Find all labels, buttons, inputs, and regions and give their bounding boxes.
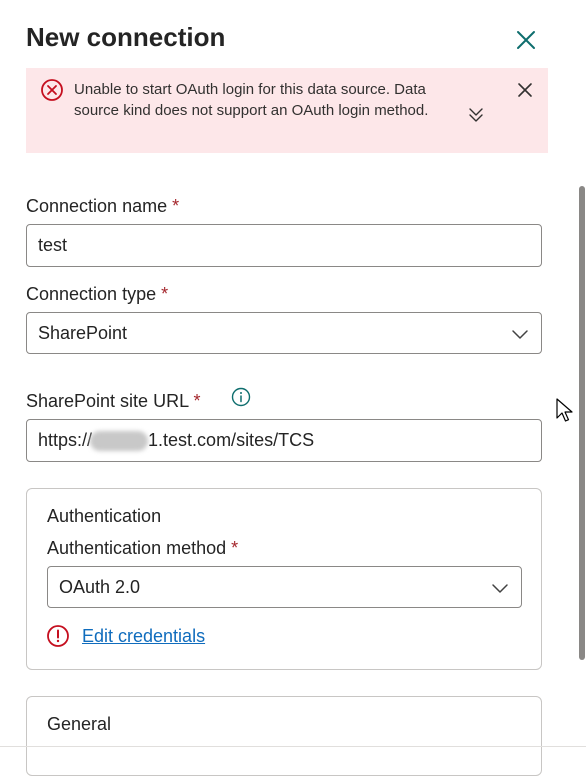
general-section-title: General (47, 714, 112, 734)
error-message: Unable to start OAuth login for this dat… (74, 81, 429, 119)
auth-method-value: OAuth 2.0 (59, 576, 141, 597)
connection-type-value: SharePoint (38, 322, 128, 343)
required-mark: * (193, 391, 201, 411)
mouse-pointer-icon (556, 398, 573, 422)
error-banner: Unable to start OAuth login for this dat… (26, 68, 548, 153)
connection-name-input[interactable]: test (26, 224, 542, 267)
warning-circle-icon (47, 625, 69, 647)
site-url-input[interactable]: https:// 1.test.com/sites/TCS (26, 419, 542, 462)
expand-chevrons-icon[interactable] (466, 105, 486, 125)
connection-type-dropdown[interactable]: SharePoint (26, 312, 542, 354)
site-url-prefix: https:// (38, 430, 93, 450)
panel-title: New connection (26, 22, 226, 52)
connection-type-label: Connection type * (26, 284, 169, 304)
connection-name-value: test (38, 235, 68, 255)
edit-credentials-link[interactable]: Edit credentials (82, 626, 205, 647)
auth-method-dropdown[interactable]: OAuth 2.0 (47, 566, 522, 608)
dismiss-icon[interactable] (515, 80, 535, 100)
authentication-section-title: Authentication (47, 506, 162, 526)
connection-name-label: Connection name * (26, 196, 180, 216)
auth-method-label: Authentication method * (47, 538, 239, 558)
info-icon[interactable] (231, 387, 251, 407)
general-card (26, 696, 542, 776)
required-mark: * (172, 196, 180, 216)
redacted-blur (90, 430, 149, 451)
site-url-label: SharePoint site URL * (26, 391, 201, 411)
scrollbar-thumb[interactable] (579, 186, 585, 660)
required-mark: * (161, 284, 169, 304)
site-url-suffix: 1.test.com/sites/TCS (148, 430, 315, 450)
required-mark: * (231, 538, 239, 558)
close-icon[interactable] (512, 26, 540, 54)
error-circle-icon (41, 79, 63, 101)
chevron-down-icon (512, 330, 528, 339)
bottom-divider (0, 746, 586, 747)
chevron-down-icon (492, 584, 508, 593)
